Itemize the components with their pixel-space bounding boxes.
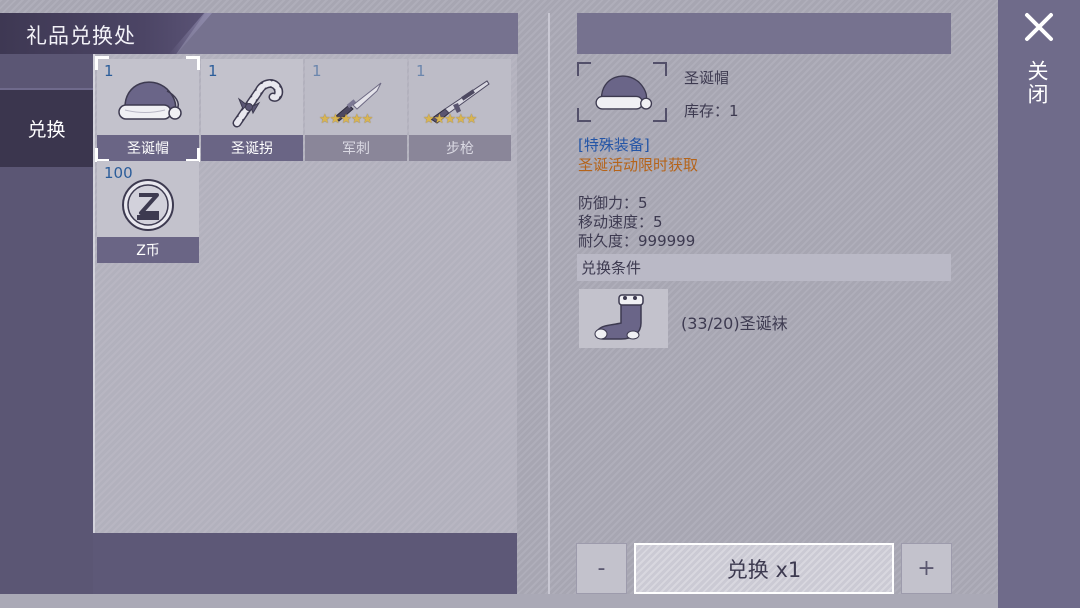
- close-label[interactable]: 关闭: [1025, 60, 1052, 106]
- exchange-condition-header-label: 兑换条件: [581, 259, 642, 277]
- exchange-condition-text: (33/20)圣诞袜: [681, 314, 788, 333]
- item-label: 圣诞拐: [201, 135, 303, 161]
- santa-hat-icon: [118, 81, 182, 120]
- panel-separator: [548, 13, 550, 594]
- frame-corner: [653, 108, 667, 122]
- increase-quantity-button[interactable]: +: [901, 543, 952, 594]
- page-title: 礼品兑换处: [26, 24, 136, 48]
- z-coin-icon: [122, 179, 174, 231]
- item-label: Z币: [97, 237, 199, 263]
- christmas-stocking-icon: [594, 294, 644, 340]
- decrease-quantity-button[interactable]: -: [576, 543, 627, 594]
- item-label: 步枪: [409, 135, 511, 161]
- item-slot-bayonet[interactable]: 1 ★★★★★ 军刺: [305, 59, 407, 161]
- candy-cane-icon: [232, 79, 284, 128]
- exchange-button[interactable]: 兑换 x1: [634, 543, 894, 594]
- detail-stock-label: 库存：: [684, 102, 730, 120]
- stat-durability: 耐久度：999999: [578, 232, 696, 250]
- item-type-tag: [特殊装备]: [578, 136, 650, 154]
- grid-footer: [93, 533, 517, 594]
- item-label: 圣诞帽: [97, 135, 199, 161]
- detail-icon-frame: [577, 62, 667, 122]
- item-slot-z-coin[interactable]: 100 Z币: [97, 161, 199, 263]
- detail-stock: 库存：1: [684, 100, 739, 121]
- tab-exchange[interactable]: 兑换: [0, 88, 93, 167]
- close-icon[interactable]: [1022, 10, 1056, 44]
- item-label: 军刺: [305, 135, 407, 161]
- santa-hat-icon: [595, 75, 653, 110]
- detail-stock-value: 1: [729, 102, 739, 120]
- item-slot-rifle[interactable]: 1 ★★★★★ 步枪: [409, 59, 511, 161]
- stat-move-speed: 移动速度：5: [578, 213, 663, 231]
- condition-item-box[interactable]: [579, 289, 668, 348]
- item-description: 圣诞活动限时获取: [578, 156, 699, 174]
- item-slot-santa-hat[interactable]: 1 圣诞帽: [97, 59, 199, 161]
- bottom-strip: [0, 594, 998, 608]
- selection-corner: [186, 148, 200, 162]
- detail-item-name: 圣诞帽: [684, 69, 730, 87]
- item-slot-candy-cane[interactable]: 1 圣诞拐: [201, 59, 303, 161]
- stat-defense: 防御力：5: [578, 194, 648, 212]
- item-stars: ★★★★★: [423, 112, 477, 127]
- grid-divider: [93, 54, 95, 594]
- selection-corner: [186, 56, 200, 70]
- selection-corner: [95, 56, 109, 70]
- tab-exchange-label: 兑换: [27, 119, 66, 141]
- item-stars: ★★★★★: [319, 112, 373, 127]
- exchange-condition-header: 兑换条件: [577, 254, 951, 281]
- frame-corner: [653, 62, 667, 76]
- selection-corner: [95, 148, 109, 162]
- detail-header: [577, 13, 951, 54]
